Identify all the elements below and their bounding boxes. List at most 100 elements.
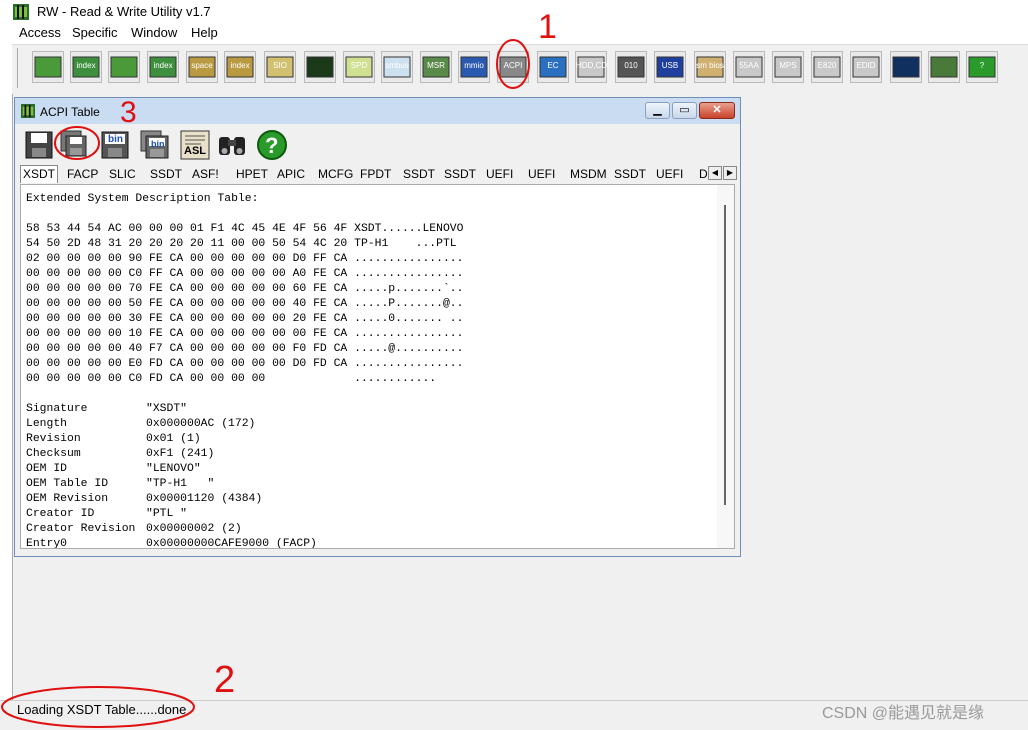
- toolbar-button-12[interactable]: ACPI: [497, 51, 529, 83]
- table-dump-view[interactable]: Extended System Description Table: 58 53…: [20, 184, 735, 549]
- toolbar-button-2[interactable]: [108, 51, 140, 83]
- toolbar-tool-icon: [892, 56, 920, 78]
- tab-scroll-left-icon[interactable]: ◀: [708, 166, 722, 180]
- toolbar-button-9[interactable]: smbus: [381, 51, 413, 83]
- toolbar-button-17[interactable]: sm bios: [694, 51, 726, 83]
- hex-dump-line: 58 53 44 54 AC 00 00 00 01 F1 4C 45 4E 4…: [26, 223, 464, 235]
- asl-button[interactable]: ASL: [179, 129, 211, 161]
- toolbar-button-label: MSR: [427, 61, 445, 70]
- field-label: Creator ID: [26, 508, 95, 520]
- tab-ssdt-14[interactable]: SSDT: [612, 166, 648, 182]
- tab-slic-2[interactable]: SLIC: [107, 166, 138, 182]
- toolbar-button-23[interactable]: [928, 51, 960, 83]
- tab-uefi-15[interactable]: UEFI: [654, 166, 685, 182]
- toolbar-button-label: space: [191, 61, 213, 70]
- menu-access[interactable]: Access: [19, 25, 61, 40]
- maximize-icon: ▭: [679, 104, 690, 116]
- tab-scroll-right-icon[interactable]: ▶: [723, 166, 737, 180]
- maximize-button[interactable]: ▭: [672, 102, 697, 119]
- tab-uefi-11[interactable]: UEFI: [484, 166, 515, 182]
- toolbar-button-label: SIO: [273, 61, 287, 70]
- save-all-icon: [60, 130, 87, 157]
- toolbar-button-11[interactable]: mmio: [458, 51, 490, 83]
- minimize-button[interactable]: ▁: [645, 102, 670, 119]
- field-value: 0x01 (1): [146, 433, 201, 445]
- help-button[interactable]: ?: [256, 129, 288, 161]
- acpi-table-window: ACPI Table ▁ ▭ ✕ bin bin ASL ? XSDT FACP…: [14, 97, 741, 557]
- toolbar-button-label: mmio: [464, 61, 484, 70]
- field-label: Checksum: [26, 448, 81, 460]
- toolbar-button-19[interactable]: MPS: [772, 51, 804, 83]
- save-button[interactable]: [23, 129, 55, 161]
- toolbar-button-label: ACPI: [503, 61, 523, 70]
- toolbar-button-1[interactable]: index: [70, 51, 102, 83]
- acpi-table-tabs: XSDT FACP SLIC SSDT ASF! HPET APIC MCFG FPDT SSDT…: [20, 165, 738, 184]
- find-button[interactable]: [216, 129, 248, 161]
- toolbar-button-10[interactable]: MSR: [420, 51, 452, 83]
- toolbar-button-5[interactable]: index: [224, 51, 256, 83]
- scroll-thumb[interactable]: [724, 205, 726, 505]
- close-button[interactable]: ✕: [699, 102, 735, 119]
- acpi-window-titlebar[interactable]: ACPI Table ▁ ▭ ✕: [15, 98, 740, 124]
- field-label: OEM Table ID: [26, 478, 109, 490]
- menu-window[interactable]: Window: [131, 25, 177, 40]
- tab-uefi-12[interactable]: UEFI: [526, 166, 557, 182]
- tab-ssdt-10[interactable]: SSDT: [442, 166, 478, 182]
- toolbar-button-0[interactable]: [32, 51, 64, 83]
- table-heading: Extended System Description Table:: [26, 193, 259, 205]
- app-titlebar: RW - Read & Write Utility v1.7: [0, 0, 1028, 24]
- toolbar-button-18[interactable]: 55AA: [733, 51, 765, 83]
- toolbar-tool-icon: [34, 56, 62, 78]
- tab-ssdt-3[interactable]: SSDT: [148, 166, 184, 182]
- field-label: OEM Revision: [26, 493, 109, 505]
- toolbar-button-4[interactable]: space: [186, 51, 218, 83]
- asl-label: ASL: [184, 145, 206, 157]
- toolbar-button-label: HDD,CD: [576, 61, 608, 70]
- toolbar-button-label: index: [153, 61, 173, 70]
- toolbar-button-label: ?: [979, 61, 985, 70]
- menu-help[interactable]: Help: [191, 25, 218, 40]
- acpi-window-title: ACPI Table: [40, 105, 100, 119]
- toolbar-button-8[interactable]: SPD: [343, 51, 375, 83]
- toolbar-button-16[interactable]: USB: [654, 51, 686, 83]
- tab-hpet-5[interactable]: HPET: [234, 166, 270, 182]
- toolbar-button-20[interactable]: E820: [811, 51, 843, 83]
- save-all-button[interactable]: [59, 129, 91, 161]
- save-all-bin-button[interactable]: bin: [139, 129, 171, 161]
- toolbar-button-22[interactable]: [890, 51, 922, 83]
- menu-specific[interactable]: Specific: [72, 25, 118, 40]
- toolbar-button-21[interactable]: EDID: [850, 51, 882, 83]
- toolbar-button-13[interactable]: EC: [537, 51, 569, 83]
- save-bin-button[interactable]: bin: [99, 129, 131, 161]
- toolbar-button-24[interactable]: ?: [966, 51, 998, 83]
- field-value: 0xF1 (241): [146, 448, 215, 460]
- toolbar-button-label: sm bios: [696, 61, 724, 70]
- tab-ssdt-9[interactable]: SSDT: [401, 166, 437, 182]
- toolbar-button-label: 55AA: [739, 61, 759, 70]
- field-label: OEM ID: [26, 463, 68, 475]
- field-label: Entry0: [26, 538, 68, 549]
- hex-dump-line: 00 00 00 00 00 40 F7 CA 00 00 00 00 00 F…: [26, 343, 464, 355]
- tab-msdm-13[interactable]: MSDM: [568, 166, 609, 182]
- status-text: Loading XSDT Table......done: [17, 702, 187, 717]
- tab-apic-6[interactable]: APIC: [275, 166, 307, 182]
- hex-dump-line: 00 00 00 00 00 E0 FD CA 00 00 00 00 00 D…: [26, 358, 464, 370]
- toolbar-button-label: USB: [661, 61, 679, 70]
- save-icon: [25, 131, 53, 159]
- toolbar-button-3[interactable]: index: [147, 51, 179, 83]
- tab-xsdt-0[interactable]: XSDT: [20, 165, 59, 183]
- toolbar-button-15[interactable]: 010: [615, 51, 647, 83]
- tab-asf-4[interactable]: ASF!: [190, 166, 221, 182]
- vertical-scrollbar[interactable]: [717, 185, 734, 548]
- tab-fpdt-8[interactable]: FPDT: [358, 166, 393, 182]
- tab-facp-1[interactable]: FACP: [65, 166, 100, 182]
- toolbar-button-label: 010: [624, 61, 638, 70]
- toolbar-button-7[interactable]: [304, 51, 336, 83]
- rw-app-icon: [13, 4, 29, 20]
- toolbar-button-14[interactable]: HDD,CD: [575, 51, 607, 83]
- tab-mcfg-7[interactable]: MCFG: [316, 166, 355, 182]
- menubar: Access Specific Window Help: [0, 24, 1028, 44]
- field-value: "LENOVO": [146, 463, 201, 475]
- toolbar-button-6[interactable]: SIO: [264, 51, 296, 83]
- app-title: RW - Read & Write Utility v1.7: [37, 4, 211, 19]
